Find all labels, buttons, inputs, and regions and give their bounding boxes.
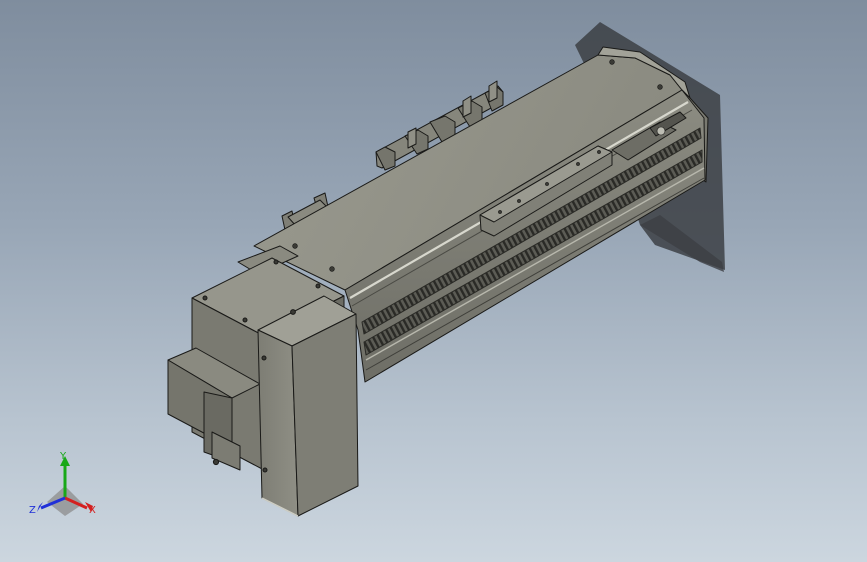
graphics-viewport[interactable]: Y X Z xyxy=(0,0,867,562)
belt-cover xyxy=(257,295,359,517)
triad-x-label: X xyxy=(89,505,96,516)
triad-y-label: Y xyxy=(60,451,67,462)
triad-z-label: Z xyxy=(29,505,36,516)
linear-actuator-model[interactable] xyxy=(0,0,867,562)
orientation-triad[interactable] xyxy=(25,450,105,530)
